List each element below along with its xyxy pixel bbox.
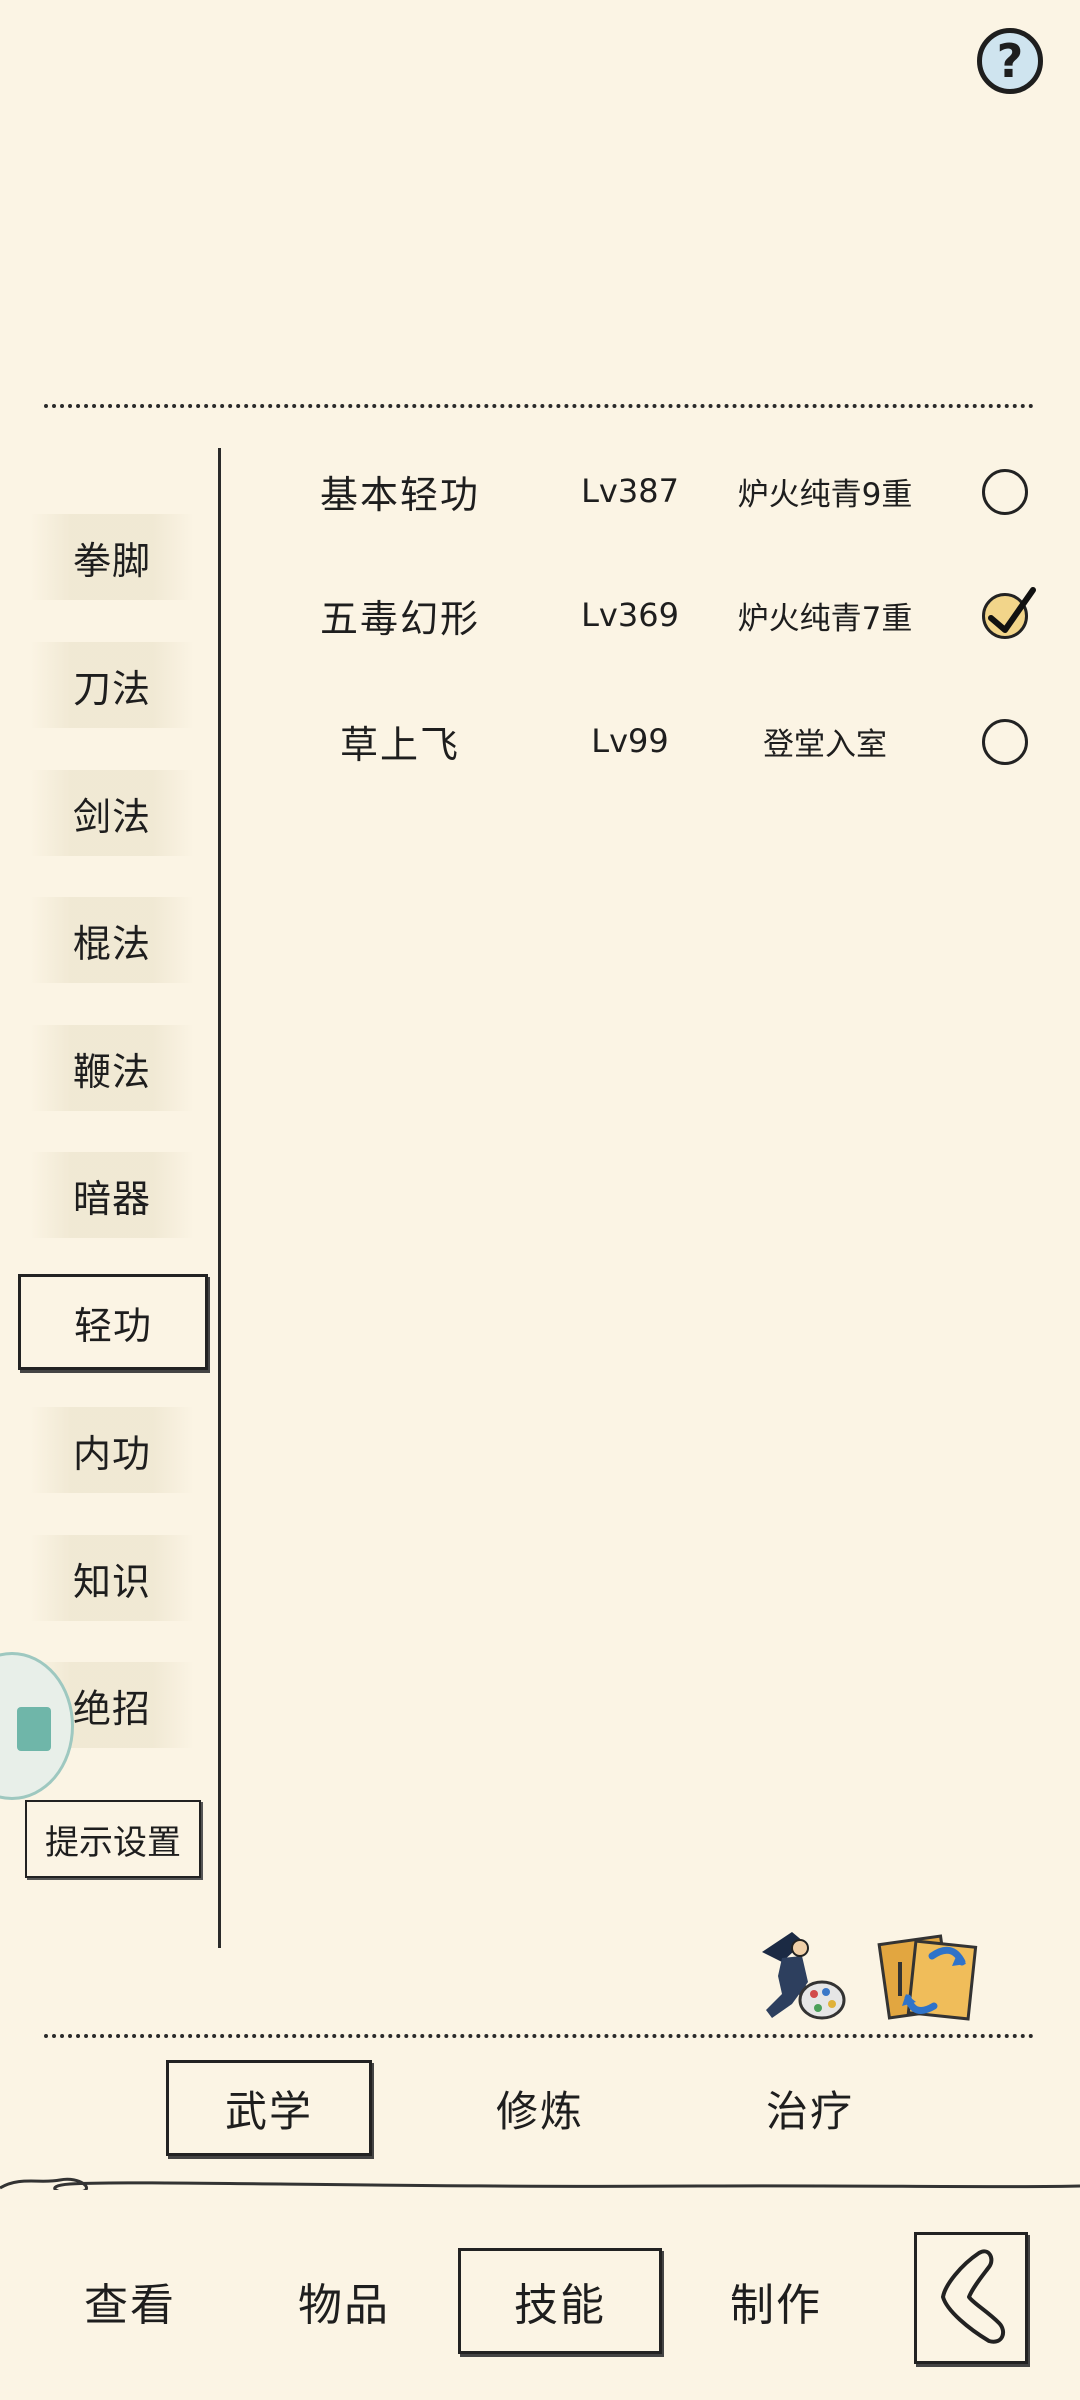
category-daofa[interactable]: 刀法 [30,642,194,728]
subtab-zhiliao[interactable]: 治疗 [710,2060,910,2156]
category-gunfa[interactable]: 棍法 [30,897,194,983]
nav-jineng[interactable]: 技能 [458,2248,662,2354]
skill-name: 五毒幻形 [319,596,480,641]
skill-rank: 炉火纯青9重 [737,476,913,513]
category-qinggong[interactable]: 轻功 [18,1274,208,1370]
subtab-label: 治疗 [765,2086,854,2136]
tip-settings-button[interactable]: 提示设置 [25,1800,201,1878]
skill-level: Lv369 [581,596,679,634]
nav-label: 查看 [84,2280,176,2331]
martial-artist-palette-icon[interactable] [742,1922,850,2026]
category-label: 暗器 [72,1176,151,1221]
skill-name: 草上飞 [339,722,460,767]
category-zhishi[interactable]: 知识 [30,1535,194,1621]
bottom-divider [44,2034,1034,2038]
subtab-label: 武学 [224,2086,313,2136]
skill-row[interactable]: 五毒幻形 Lv369 炉火纯青7重 [260,570,1050,660]
category-label: 轻功 [73,1303,152,1348]
help-button[interactable]: ? [977,28,1043,94]
category-label: 绝招 [72,1686,151,1731]
skill-rank: 炉火纯青7重 [737,600,913,637]
back-button[interactable] [914,2232,1028,2364]
book-swap-icon[interactable] [874,1922,982,2026]
question-icon: ? [996,34,1024,88]
nav-zhizuo[interactable]: 制作 [676,2248,876,2354]
category-label: 拳脚 [72,538,151,583]
checkmark-icon [988,587,1036,633]
nav-chakan[interactable]: 查看 [30,2248,230,2354]
category-jianfa[interactable]: 剑法 [30,770,194,856]
nav-label: 制作 [730,2280,822,2331]
skill-row[interactable]: 草上飞 Lv99 登堂入室 [260,696,1050,786]
skill-select-radio[interactable] [982,719,1028,765]
category-label: 内功 [72,1431,151,1476]
nav-wupin[interactable]: 物品 [244,2248,444,2354]
category-neigong[interactable]: 内功 [30,1407,194,1493]
skill-name: 基本轻功 [319,472,480,517]
skill-select-radio[interactable] [982,587,1036,639]
category-quanjiao[interactable]: 拳脚 [30,514,194,600]
tip-settings-label: 提示设置 [45,1822,181,1863]
back-arrow-icon [941,2249,1006,2344]
skill-select-radio[interactable] [982,469,1028,515]
skill-row[interactable]: 基本轻功 Lv387 炉火纯青9重 [260,446,1050,536]
category-label: 鞭法 [72,1049,151,1094]
category-label: 刀法 [72,666,151,711]
category-label: 知识 [72,1559,151,1604]
subtab-xiulian[interactable]: 修炼 [440,2060,640,2156]
subtab-wuxue[interactable]: 武学 [166,2060,372,2156]
skill-level: Lv387 [581,472,679,510]
category-label: 棍法 [72,921,151,966]
assistant-glyph-icon [17,1707,51,1751]
skill-rank: 登堂入室 [763,726,887,763]
nav-label: 物品 [298,2280,390,2331]
category-bianfa[interactable]: 鞭法 [30,1025,194,1111]
top-divider [44,404,1034,408]
category-label: 剑法 [72,794,151,839]
skill-level: Lv99 [591,722,669,760]
subtab-label: 修炼 [495,2086,584,2136]
category-divider [218,448,221,1948]
nav-label: 技能 [514,2280,606,2331]
category-anqi[interactable]: 暗器 [30,1152,194,1238]
